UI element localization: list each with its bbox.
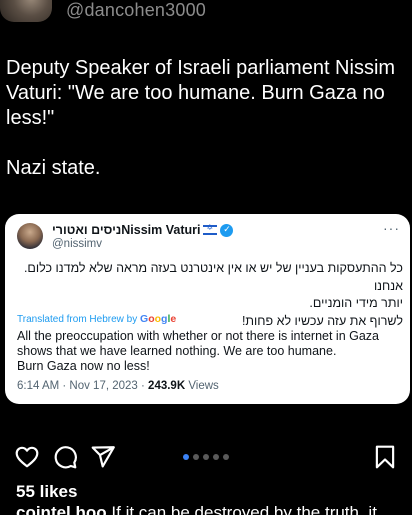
quoted-tweet-meta: 6:14 AM · Nov 17, 2023 · 243.9K Views xyxy=(17,380,219,392)
quoted-author-handle[interactable]: @nissimv xyxy=(52,238,102,250)
likes-count[interactable]: 55 likes xyxy=(16,482,77,502)
views-count: 243.9K xyxy=(148,380,186,392)
post-caption: cointel.hoo If it can be destroyed by th… xyxy=(16,503,412,515)
carousel-dot xyxy=(213,454,219,460)
post-closing: Nazi state. xyxy=(6,157,101,179)
post-header: @dancohen3000 xyxy=(0,0,412,26)
heart-icon[interactable] xyxy=(14,444,40,470)
comment-icon[interactable] xyxy=(52,444,78,470)
post-text: Deputy Speaker of Israeli parliament Nis… xyxy=(6,56,406,181)
instagram-post: @dancohen3000 Deputy Speaker of Israeli … xyxy=(0,0,412,515)
more-horizontal-icon[interactable]: ··· xyxy=(383,220,400,236)
quoted-author-name-row[interactable]: ניסים ואטוריNissim Vaturi ✓ xyxy=(52,221,234,239)
translated-by-google[interactable]: Translated from Hebrew by Google xyxy=(17,313,176,325)
quoted-tweet-translation: All the preoccupation with whether or no… xyxy=(17,329,402,374)
share-icon[interactable] xyxy=(90,444,116,470)
quoted-author-avatar[interactable] xyxy=(17,223,43,249)
hebrew-line: יותר מידי הומניים. xyxy=(309,296,403,310)
post-line: Vaturi: "We are too humane. Burn Gaza no xyxy=(6,82,385,104)
quoted-author-name[interactable]: ניסים ואטוריNissim Vaturi xyxy=(52,223,200,237)
carousel-dot xyxy=(223,454,229,460)
post-line: Deputy Speaker of Israeli parliament Nis… xyxy=(6,57,396,79)
post-action-bar xyxy=(0,440,412,476)
hebrew-line: כל ההתעסקות בעניין של יש או אין אינטרנט … xyxy=(23,261,403,293)
quoted-tweet-card[interactable]: ניסים ואטוריNissim Vaturi ✓ @nissimv ···… xyxy=(5,214,410,404)
carousel-dot xyxy=(183,454,189,460)
views-label: Views xyxy=(185,380,219,392)
caption-text: If it can be destroyed by the truth, it xyxy=(106,503,377,515)
caption-username[interactable]: cointel.hoo xyxy=(16,503,107,515)
tweet-timestamp[interactable]: 6:14 AM · Nov 17, 2023 · xyxy=(17,380,148,392)
english-line: shows that we have learned nothing. We a… xyxy=(17,344,337,358)
carousel-indicator xyxy=(183,454,229,460)
carousel-dot xyxy=(203,454,209,460)
carousel-dot xyxy=(193,454,199,460)
translated-label: Translated from Hebrew by xyxy=(17,314,138,325)
english-line: All the preoccupation with whether or no… xyxy=(17,329,380,343)
post-line: less!" xyxy=(6,107,55,129)
bookmark-icon[interactable] xyxy=(372,444,398,470)
author-handle[interactable]: @dancohen3000 xyxy=(66,0,206,21)
google-logo: Google xyxy=(140,313,177,325)
english-line: Burn Gaza now no less! xyxy=(17,359,150,373)
verified-badge-icon: ✓ xyxy=(220,223,234,237)
israel-flag-icon xyxy=(203,223,218,235)
author-avatar[interactable] xyxy=(0,0,52,22)
